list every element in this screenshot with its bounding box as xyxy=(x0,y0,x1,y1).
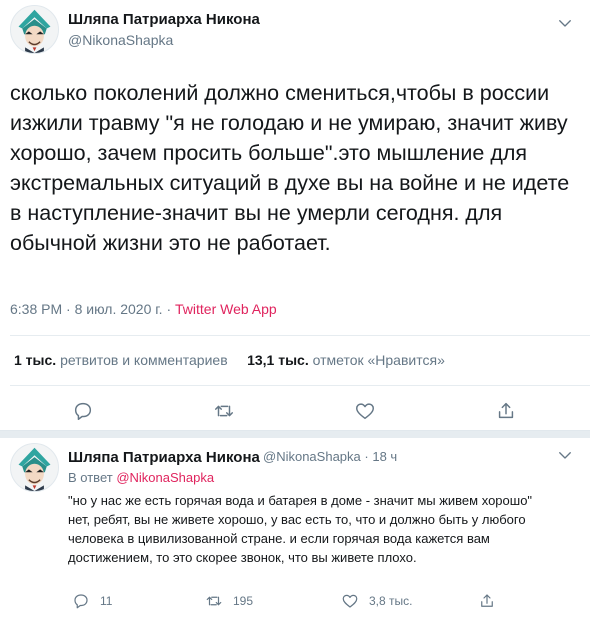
share-icon[interactable] xyxy=(495,400,517,422)
divider xyxy=(10,335,590,336)
retweet-icon[interactable] xyxy=(213,400,235,422)
user-handle[interactable]: @NikonaShapka xyxy=(68,32,173,48)
chevron-down-icon[interactable] xyxy=(556,14,574,32)
like-icon xyxy=(342,594,358,608)
tweet-source[interactable]: Twitter Web App xyxy=(175,301,277,317)
in-reply-prefix: В ответ xyxy=(68,470,113,485)
retweet-icon xyxy=(206,596,222,606)
avatar[interactable] xyxy=(10,443,59,492)
tweet-actions xyxy=(0,392,590,428)
display-name[interactable]: Шляпа Патриарха Никона xyxy=(68,11,260,28)
avatar[interactable] xyxy=(10,5,59,54)
reply-icon xyxy=(74,594,88,609)
retweet-count: 195 xyxy=(233,594,254,608)
reply-icon[interactable] xyxy=(72,400,94,422)
reply-tweet[interactable]: Шляпа Патриарха Никона @NikonaShapka · 1… xyxy=(0,438,590,622)
avatar-image xyxy=(11,6,58,53)
tweet-text: сколько поколений должно смениться,чтобы… xyxy=(10,81,570,255)
retweet-button[interactable]: 195 xyxy=(205,592,253,610)
meta-separator: · xyxy=(66,301,71,317)
in-reply-to: В ответ @NikonaShapka xyxy=(68,470,214,485)
likes-label[interactable]: отметок «Нравится» xyxy=(313,352,445,368)
reply-text-body: нет, ребят, вы не живете хорошо, у вас е… xyxy=(68,512,526,565)
reply-button[interactable]: 11 xyxy=(72,592,112,610)
tweet-stats: 1 тыс. ретвитов и комментариев 13,1 тыс.… xyxy=(14,352,445,368)
like-count: 3,8 тыс. xyxy=(369,594,413,608)
main-tweet: Шляпа Патриарха Никона @NikonaShapka ско… xyxy=(0,0,590,430)
like-icon[interactable] xyxy=(354,400,376,422)
retweets-count[interactable]: 1 тыс. xyxy=(14,352,56,368)
meta-separator: · xyxy=(166,301,172,317)
likes-count[interactable]: 13,1 тыс. xyxy=(247,352,309,368)
tweet-date[interactable]: 8 июл. 2020 г. xyxy=(75,301,163,317)
reply-actions: 11 195 3,8 тыс. xyxy=(0,590,590,614)
meta-separator: · xyxy=(364,449,369,464)
reply-mention-link[interactable]: @NikonaShapka xyxy=(116,470,214,485)
display-name[interactable]: Шляпа Патриарха Никона xyxy=(68,449,260,466)
retweets-label[interactable]: ретвитов и комментариев xyxy=(60,352,228,368)
chevron-down-icon[interactable] xyxy=(556,446,574,464)
tweet-time[interactable]: 6:38 PM xyxy=(10,301,62,317)
user-handle[interactable]: @NikonaShapka xyxy=(263,449,361,464)
avatar-image xyxy=(11,444,58,491)
reply-text: "но у нас же есть горячая вода и батарея… xyxy=(68,491,573,567)
reply-meta: @NikonaShapka · 18 ч xyxy=(263,449,397,464)
like-button[interactable]: 3,8 тыс. xyxy=(341,592,412,610)
tweet-age[interactable]: 18 ч xyxy=(372,449,397,464)
tweet-meta: 6:38 PM · 8 июл. 2020 г. · Twitter Web A… xyxy=(10,301,277,317)
reply-text-quote: "но у нас же есть горячая вода и батарея… xyxy=(68,493,533,508)
share-button[interactable] xyxy=(478,592,496,610)
reply-count: 11 xyxy=(100,594,113,608)
divider xyxy=(10,385,590,386)
tweet-separator xyxy=(0,430,590,438)
share-icon xyxy=(481,594,493,607)
